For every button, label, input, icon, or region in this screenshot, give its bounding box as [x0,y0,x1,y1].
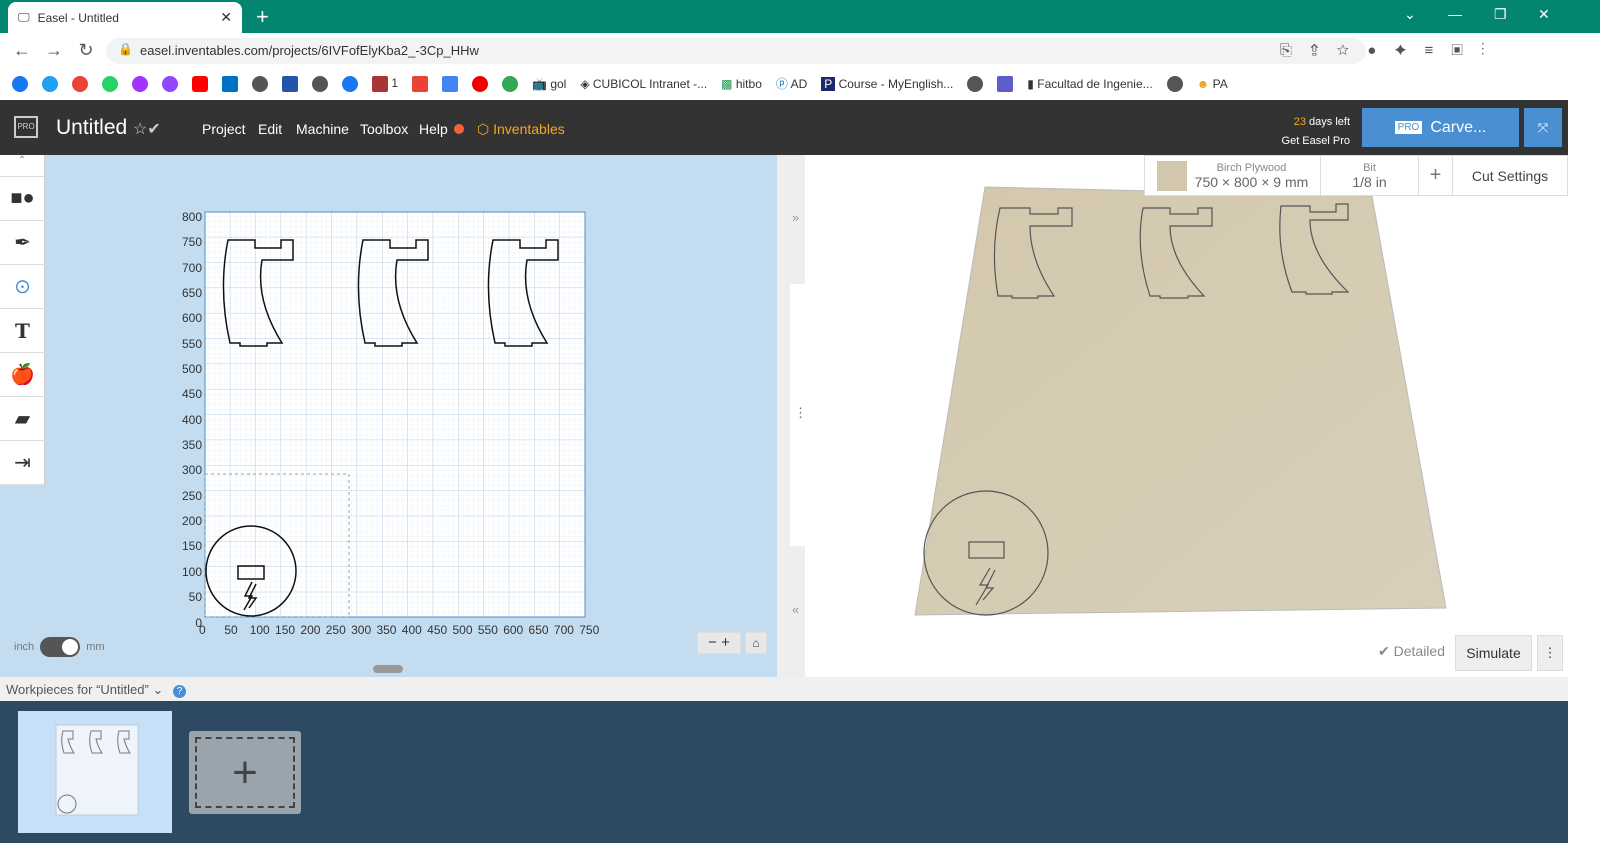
material-swatch [1156,160,1187,191]
material-size: 750 × 800 × 9 mm [1194,173,1309,190]
plus-icon: + [195,737,295,808]
workpiece-preview [55,724,139,816]
add-bit-button[interactable]: + [1419,156,1453,195]
simulate-button[interactable]: Simulate [1455,635,1532,671]
3d-preview-svg [914,186,1447,616]
detailed-toggle[interactable]: ✔ Detailed [1378,643,1445,660]
material-name: Birch Plywood [1216,161,1287,174]
add-workpiece-button[interactable]: + [189,731,301,814]
bit-selector[interactable]: Bit 1/8 in [1321,156,1419,195]
page-edge [1568,100,1600,860]
detailed-label: Detailed [1393,643,1445,659]
chevron-down-icon[interactable]: ⌄ [152,682,163,697]
help-icon[interactable]: ? [172,685,186,698]
material-selector[interactable]: Birch Plywood 750 × 800 × 9 mm [1145,156,1321,195]
workpiece-thumbnail[interactable] [18,711,172,833]
workpieces-label[interactable]: Workpieces for “Untitled” [6,682,149,697]
cut-settings-button[interactable]: Cut Settings [1453,156,1567,195]
more-options-icon[interactable]: ⋮ [1537,635,1563,671]
material-bar: Birch Plywood 750 × 800 × 9 mm Bit 1/8 in … [1144,155,1568,196]
workpieces-bar: Workpieces for “Untitled” ⌄ ? [0,677,1568,701]
bit-label: Bit [1363,161,1376,174]
bit-value: 1/8 in [1352,173,1387,190]
